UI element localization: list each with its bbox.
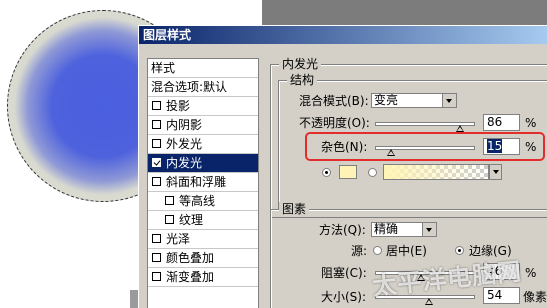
- opacity-slider-track[interactable]: [375, 122, 475, 132]
- style-item[interactable]: 纹理: [148, 211, 258, 230]
- style-checkbox[interactable]: [152, 253, 161, 262]
- style-checkbox[interactable]: [152, 101, 161, 110]
- size-slider-thumb[interactable]: [424, 298, 433, 305]
- solid-color-radio[interactable]: [322, 168, 331, 177]
- style-item-label: 内阴影: [166, 118, 203, 132]
- inner-glow-title: 内发光: [279, 57, 322, 71]
- noise-highlight-annotation: [305, 132, 545, 161]
- gradient-radio[interactable]: [368, 168, 377, 177]
- style-item-label: 颜色叠加: [166, 251, 215, 265]
- style-item[interactable]: 等高线: [148, 192, 258, 211]
- opacity-slider-thumb[interactable]: [456, 125, 465, 132]
- style-item[interactable]: 投影: [148, 97, 258, 116]
- source-center-radio[interactable]: [373, 246, 382, 255]
- opacity-label: 不透明度(O):: [299, 116, 370, 130]
- elements-title: 图素: [279, 202, 310, 216]
- blending-options-item[interactable]: 混合选项:默认: [148, 78, 258, 97]
- style-item-label: 外发光: [166, 137, 203, 151]
- size-unit: 像素: [523, 290, 547, 304]
- style-item-label: 等高线: [179, 194, 216, 208]
- styles-header[interactable]: 样式: [148, 59, 258, 78]
- style-item[interactable]: 内阴影: [148, 116, 258, 135]
- style-item-label: 纹理: [179, 213, 204, 227]
- glow-color-swatch[interactable]: [339, 165, 357, 179]
- dialog-titlebar: 图层样式: [139, 26, 547, 44]
- style-item-label: 内发光: [166, 156, 203, 170]
- glow-gradient-picker[interactable]: [383, 164, 489, 180]
- style-item-label: 渐变叠加: [166, 270, 215, 284]
- structure-title: 结构: [287, 73, 318, 87]
- gradient-dropdown-button[interactable]: [489, 164, 502, 180]
- source-edge-radio[interactable]: [455, 246, 464, 255]
- style-item[interactable]: 光泽: [148, 230, 258, 249]
- chevron-down-icon: [490, 165, 501, 179]
- technique-select[interactable]: 精确: [371, 222, 437, 237]
- chevron-down-icon: [422, 223, 436, 236]
- style-checkbox[interactable]: [152, 120, 161, 129]
- blend-mode-select[interactable]: 变亮: [371, 93, 457, 108]
- style-checkbox[interactable]: [152, 139, 161, 148]
- style-item-label: 光泽: [166, 232, 191, 246]
- style-item[interactable]: 内发光: [148, 154, 258, 173]
- style-item[interactable]: 渐变叠加: [148, 268, 258, 287]
- style-checkbox[interactable]: [165, 215, 174, 224]
- style-checkbox[interactable]: [152, 234, 161, 243]
- style-item[interactable]: 斜面和浮雕: [148, 173, 258, 192]
- style-checkbox[interactable]: [152, 158, 161, 167]
- style-item[interactable]: 外发光: [148, 135, 258, 154]
- style-item-label: 斜面和浮雕: [166, 175, 227, 189]
- choke-label: 阻塞(C):: [321, 266, 367, 280]
- style-checkbox[interactable]: [165, 196, 174, 205]
- workspace-background: [262, 0, 547, 25]
- choke-unit: %: [525, 266, 537, 280]
- blend-mode-value: 变亮: [374, 93, 399, 107]
- opacity-value: 86: [487, 115, 503, 129]
- blend-mode-label: 混合模式(B):: [299, 94, 369, 108]
- size-label: 大小(S):: [321, 290, 367, 304]
- source-center-label: 居中(E): [386, 244, 427, 258]
- source-label: 源:: [351, 244, 368, 258]
- opacity-unit: %: [525, 116, 537, 130]
- style-item[interactable]: 颜色叠加: [148, 249, 258, 268]
- opacity-input[interactable]: 86: [483, 114, 520, 131]
- style-item-label: 投影: [166, 99, 191, 113]
- technique-value: 精确: [374, 222, 399, 236]
- size-value: 54: [487, 288, 503, 302]
- chevron-down-icon: [442, 94, 456, 107]
- technique-label: 方法(Q):: [319, 223, 366, 237]
- dialog-title: 图层样式: [143, 28, 192, 42]
- style-checkbox[interactable]: [152, 272, 161, 281]
- styles-list: 样式 混合选项:默认 投影内阴影外发光内发光斜面和浮雕等高线纹理光泽颜色叠加渐变…: [147, 58, 259, 308]
- style-checkbox[interactable]: [152, 177, 161, 186]
